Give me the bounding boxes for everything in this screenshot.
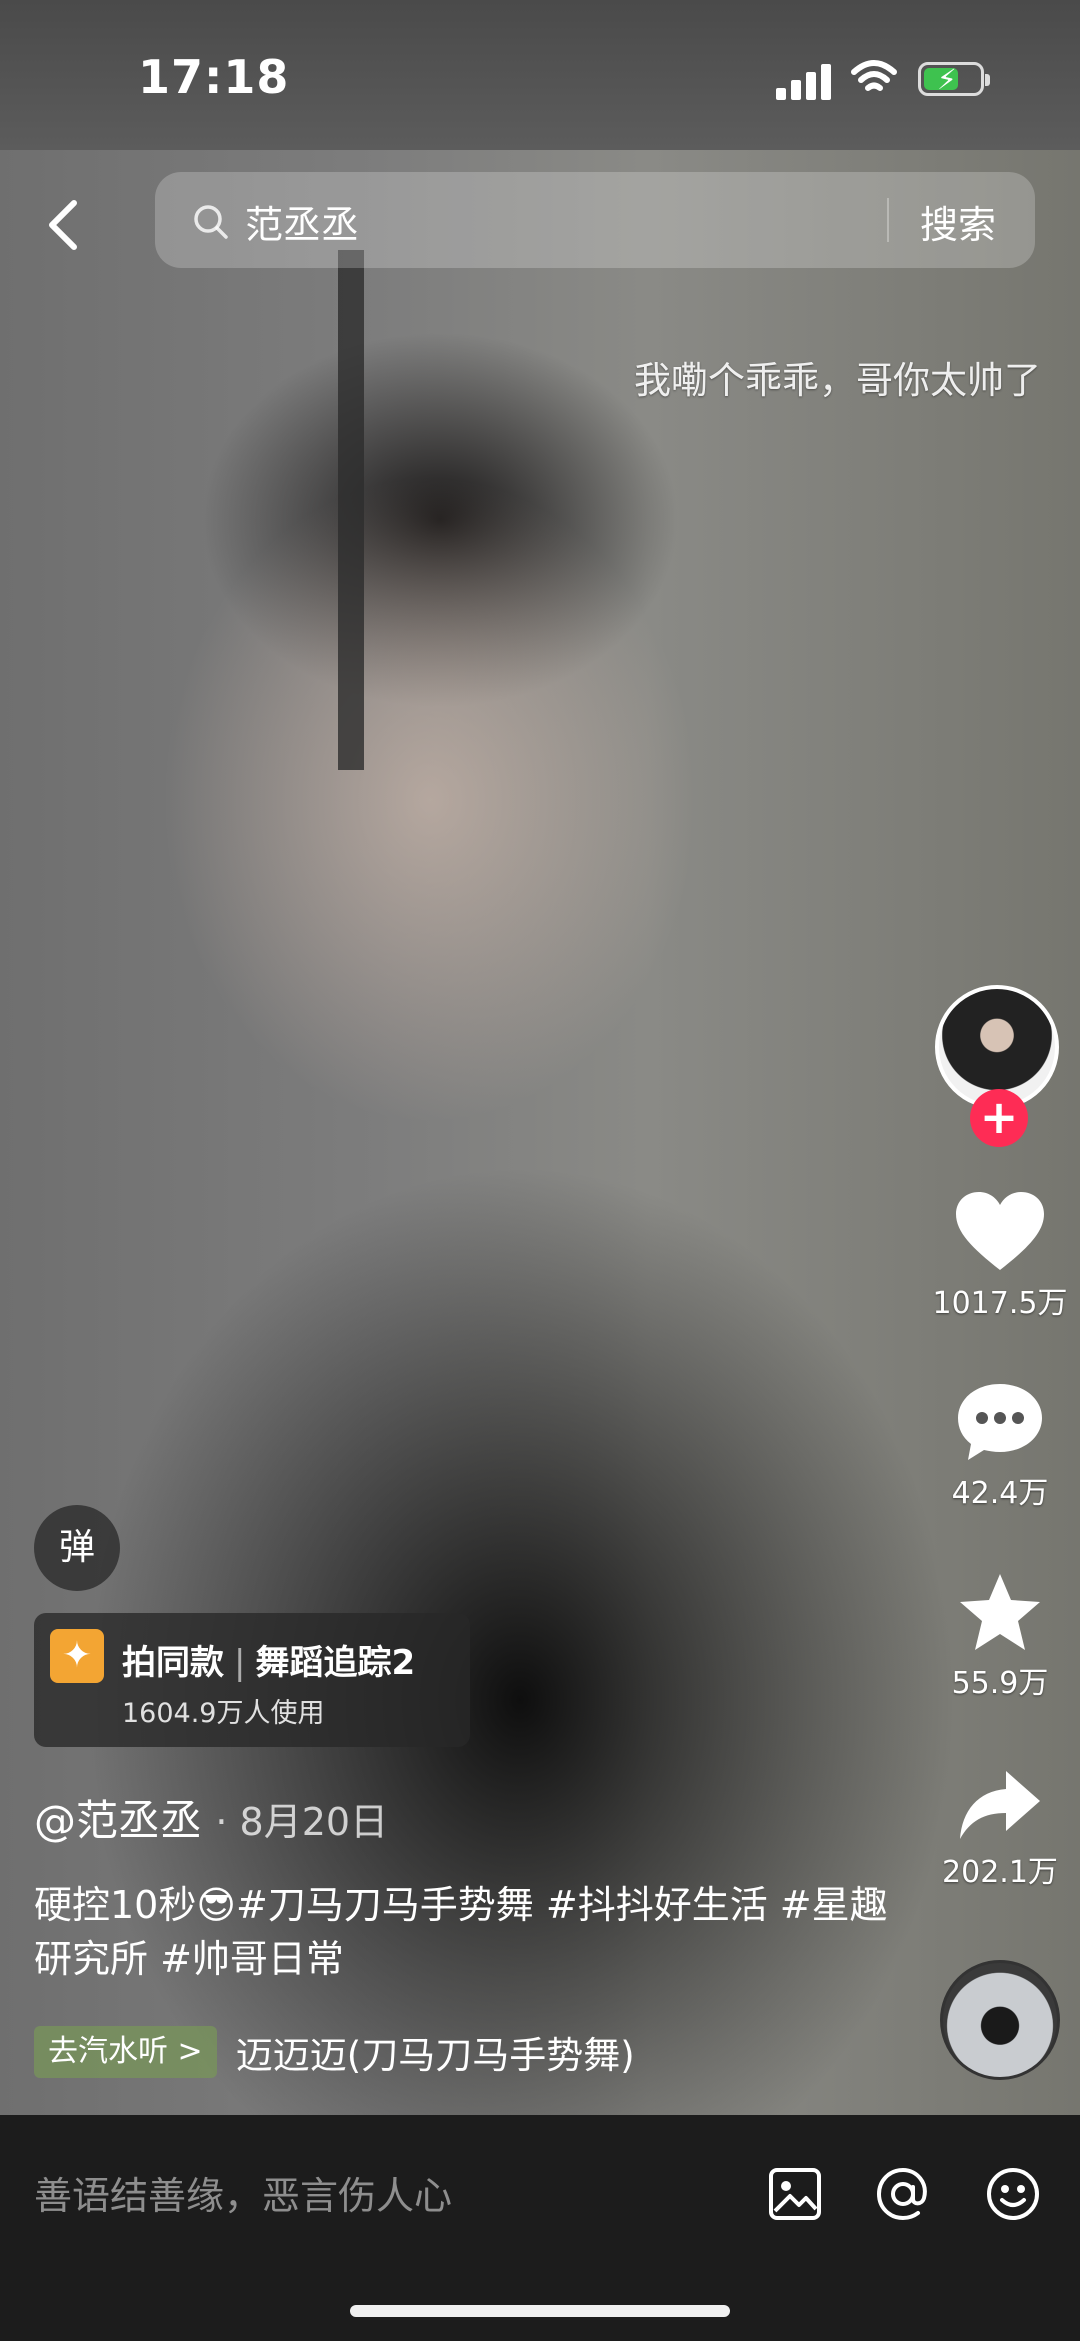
star-icon (960, 1574, 1040, 1650)
music-disc[interactable] (940, 1960, 1060, 2080)
comment-action[interactable]: 42.4万 (930, 1380, 1070, 1512)
effect-label: 拍同款 (122, 1643, 224, 1683)
follow-button[interactable]: + (970, 1089, 1028, 1147)
heart-icon (956, 1192, 1044, 1270)
like-count: 1017.5万 (932, 1286, 1068, 1321)
video-background-detail (338, 250, 364, 770)
video-caption[interactable]: 硬控10秒😎#刀马刀马手势舞 #抖抖好生活 #星趣研究所 #帅哥日常 (34, 1878, 894, 1986)
search-bar[interactable]: 范丞丞 搜索 (155, 172, 1035, 268)
status-bar: 17:18 ⚡ (0, 0, 1080, 150)
status-time: 17:18 (138, 50, 290, 104)
emoji-icon[interactable] (984, 2165, 1042, 2223)
cellular-signal-icon (776, 60, 834, 100)
back-icon[interactable] (40, 195, 90, 255)
search-icon (194, 205, 228, 239)
at-icon[interactable] (874, 2165, 932, 2223)
danmu-comment: 我嘞个乖乖，哥你太帅了 (634, 359, 1041, 402)
effect-users: 1604.9万人使用 (122, 1698, 325, 1729)
music-title[interactable]: 迈迈迈(刀马刀马手势舞) (236, 2025, 635, 2079)
share-count: 202.1万 (942, 1855, 1058, 1890)
sparkle-icon: ✦ (50, 1629, 104, 1683)
search-button[interactable]: 搜索 (920, 194, 996, 249)
author-line: @范丞丞 · 8月20日 (34, 1787, 388, 1848)
effect-name: 舞蹈追踪2 (255, 1643, 416, 1683)
music-row: 去汽水听 > 迈迈迈(刀马刀马手势舞) (34, 2025, 635, 2079)
search-input[interactable]: 范丞丞 (245, 194, 359, 249)
effect-card[interactable]: ✦ 拍同款 | 舞蹈追踪2 1604.9万人使用 (34, 1613, 470, 1747)
author-handle[interactable]: @范丞丞 (34, 1796, 202, 1845)
comment-icon (958, 1384, 1042, 1460)
favorite-action[interactable]: 55.9万 (930, 1570, 1070, 1702)
danmu-toggle-button[interactable]: 弹 (34, 1505, 120, 1591)
image-icon[interactable] (766, 2165, 824, 2223)
share-icon (960, 1771, 1040, 1839)
search-divider (887, 198, 889, 242)
post-date: · 8月20日 (215, 1800, 389, 1844)
wifi-icon (851, 60, 897, 91)
comment-count: 42.4万 (951, 1476, 1049, 1511)
listen-in-qishui-button[interactable]: 去汽水听 > (34, 2026, 217, 2078)
effect-title: 拍同款 | 舞蹈追踪2 (122, 1643, 416, 1683)
favorite-count: 55.9万 (951, 1666, 1049, 1701)
home-indicator[interactable] (350, 2305, 730, 2317)
like-action[interactable]: 1017.5万 (930, 1190, 1070, 1322)
comment-input[interactable]: 善语结善缘，恶言伤人心 (34, 2165, 452, 2220)
share-action[interactable]: 202.1万 (930, 1767, 1070, 1891)
battery-icon: ⚡ (918, 62, 990, 96)
